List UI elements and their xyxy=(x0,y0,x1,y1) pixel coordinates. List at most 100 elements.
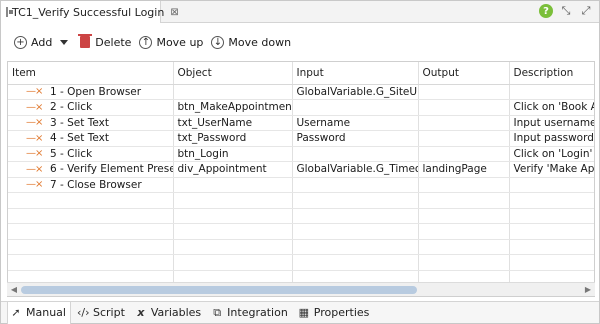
output-cell[interactable] xyxy=(418,130,510,147)
maximize-icon[interactable]: ⤢ xyxy=(579,4,593,18)
object-cell[interactable] xyxy=(173,177,293,193)
output-cell[interactable] xyxy=(418,84,510,100)
object-cell[interactable]: txt_UserName xyxy=(173,115,293,131)
table-row[interactable]: —× 3 - Set Text txt_UserName Username Inp… xyxy=(8,115,594,131)
tab-script-label: Script xyxy=(92,306,125,319)
test-case-icon xyxy=(6,7,13,17)
object-cell[interactable] xyxy=(173,84,293,100)
input-cell[interactable] xyxy=(292,99,419,116)
output-cell[interactable] xyxy=(418,146,510,162)
step-icon: —× xyxy=(26,163,43,175)
column-header-item[interactable]: Item xyxy=(8,62,174,85)
item-cell[interactable]: —× 2 - Click xyxy=(8,99,174,116)
object-cell[interactable]: txt_Password xyxy=(173,130,293,147)
item-cell[interactable]: —× 1 - Open Browser xyxy=(8,84,174,100)
tab-properties-label: Properties xyxy=(313,306,370,319)
variable-icon: x xyxy=(137,306,145,319)
description-cell[interactable]: Click on 'Login' bu xyxy=(509,146,594,162)
table-row[interactable]: —× 4 - Set Text txt_Password Password Inp… xyxy=(8,130,594,147)
output-cell[interactable]: landingPage xyxy=(418,161,510,178)
tab-title: TC1_Verify Successful Login xyxy=(12,5,165,19)
object-cell[interactable]: btn_Login xyxy=(173,146,293,162)
tab-variables[interactable]: x Variables xyxy=(133,302,205,324)
view-tabs: ➚ Manual ‹/› Script x Variables ⧉ Integr… xyxy=(1,301,599,324)
tab-variables-label: Variables xyxy=(150,306,202,319)
move-down-button[interactable]: ↓ Move down xyxy=(207,32,295,52)
help-icon[interactable]: ? xyxy=(539,4,553,18)
item-label: 5 - Click xyxy=(50,147,93,160)
input-cell[interactable]: Password xyxy=(292,130,419,147)
delete-label: Delete xyxy=(95,35,132,49)
description-cell[interactable] xyxy=(509,84,594,100)
table-row[interactable]: —× 6 - Verify Element Present div_Appoint… xyxy=(8,161,594,178)
integration-icon: ⧉ xyxy=(213,305,222,319)
step-icon: —× xyxy=(26,179,43,191)
horizontal-scrollbar[interactable]: ◀ ▶ xyxy=(7,282,595,296)
table-row[interactable]: —× 7 - Close Browser xyxy=(8,177,594,193)
output-cell[interactable] xyxy=(418,115,510,131)
scroll-right-icon[interactable]: ▶ xyxy=(583,285,593,295)
move-down-label: Move down xyxy=(228,35,292,49)
item-label: 2 - Click xyxy=(50,101,93,114)
description-cell[interactable]: Click on 'Book Ap xyxy=(509,99,594,116)
input-cell[interactable]: GlobalVariable.G_Timeout xyxy=(292,161,419,178)
empty-row xyxy=(8,192,594,209)
plus-icon: + xyxy=(14,35,27,49)
properties-icon: ▦ xyxy=(298,306,309,319)
item-cell[interactable]: —× 5 - Click xyxy=(8,146,174,162)
tab-manual[interactable]: ➚ Manual xyxy=(7,301,71,324)
item-label: 7 - Close Browser xyxy=(50,178,142,191)
scrollbar-thumb[interactable] xyxy=(21,286,417,294)
tab-manual-label: Manual xyxy=(26,306,66,319)
empty-row xyxy=(8,239,594,255)
tab-test-case[interactable]: TC1_Verify Successful Login ⊠ xyxy=(1,1,179,23)
input-cell[interactable]: GlobalVariable.G_SiteURL xyxy=(292,84,419,100)
item-label: 1 - Open Browser xyxy=(50,85,142,98)
cursor-icon: ➚ xyxy=(11,306,21,319)
step-icon: —× xyxy=(26,148,43,160)
input-cell[interactable]: Username xyxy=(292,115,419,131)
item-cell[interactable]: —× 3 - Set Text xyxy=(8,115,174,131)
tab-properties[interactable]: ▦ Properties xyxy=(296,302,374,324)
output-cell[interactable] xyxy=(418,177,510,193)
input-cell[interactable] xyxy=(292,177,419,193)
item-cell[interactable]: —× 4 - Set Text xyxy=(8,130,174,147)
table-row[interactable]: —× 5 - Click btn_Login Click on 'Login' b… xyxy=(8,146,594,162)
item-label: 3 - Set Text xyxy=(50,116,109,129)
add-dropdown-icon[interactable] xyxy=(60,39,69,45)
empty-row xyxy=(8,223,594,240)
tab-integration[interactable]: ⧉ Integration xyxy=(209,302,292,324)
delete-button[interactable]: Delete xyxy=(74,32,135,52)
arrow-up-icon: ↑ xyxy=(139,35,153,49)
table-row[interactable]: —× 2 - Click btn_MakeAppointment Click on… xyxy=(8,99,594,116)
empty-row xyxy=(8,254,594,271)
add-button[interactable]: + Add xyxy=(10,32,56,52)
table-row[interactable]: —× 1 - Open Browser GlobalVariable.G_Site… xyxy=(8,84,594,100)
empty-row xyxy=(8,208,594,224)
step-toolbar: + Add Delete ↑ Move up ↓ Move down xyxy=(1,29,599,55)
steps-table: Item Object Input Output Description —× 1… xyxy=(7,61,595,297)
minimize-icon[interactable]: ⤡ xyxy=(559,4,573,18)
column-header-object[interactable]: Object xyxy=(173,62,293,85)
step-icon: —× xyxy=(26,117,43,129)
object-cell[interactable]: div_Appointment xyxy=(173,161,293,178)
column-header-output[interactable]: Output xyxy=(418,62,510,85)
column-header-input[interactable]: Input xyxy=(292,62,419,85)
description-cell[interactable] xyxy=(509,177,594,193)
column-header-description[interactable]: Description xyxy=(509,62,594,85)
move-up-button[interactable]: ↑ Move up xyxy=(135,32,207,52)
item-label: 6 - Verify Element Present xyxy=(50,163,173,176)
item-cell[interactable]: —× 6 - Verify Element Present xyxy=(8,161,174,178)
scroll-left-icon[interactable]: ◀ xyxy=(9,285,19,295)
item-cell[interactable]: —× 7 - Close Browser xyxy=(8,177,174,193)
object-cell[interactable]: btn_MakeAppointment xyxy=(173,99,293,116)
description-cell[interactable]: Input username xyxy=(509,115,594,131)
description-cell[interactable]: Verify 'Make Appo xyxy=(509,161,594,178)
close-icon[interactable]: ⊠ xyxy=(170,7,178,18)
tab-actions: ? ⤡ ⤢ xyxy=(539,4,593,18)
output-cell[interactable] xyxy=(418,99,510,116)
description-cell[interactable]: Input password xyxy=(509,130,594,147)
input-cell[interactable] xyxy=(292,146,419,162)
tab-script[interactable]: ‹/› Script xyxy=(75,302,129,324)
item-label: 4 - Set Text xyxy=(50,132,109,145)
